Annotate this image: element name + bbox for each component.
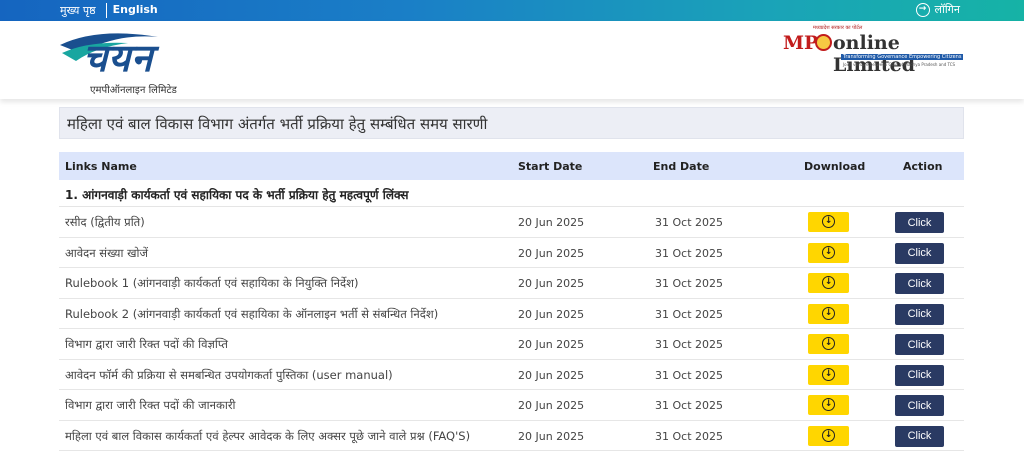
header-start-date: Start Date — [518, 160, 583, 173]
row-start-date: 20 Jun 2025 — [518, 338, 585, 351]
download-circle-icon: ↓ — [822, 245, 835, 259]
top-nav: मुख्य पृष्ठ English — [60, 3, 158, 18]
click-button[interactable]: Click — [895, 425, 944, 447]
top-bar: मुख्य पृष्ठ English → लॉगिन — [0, 0, 1024, 21]
download-button[interactable]: ↓ — [808, 334, 849, 354]
row-link-name[interactable]: रसीद (द्वितीय प्रति) — [65, 215, 145, 230]
table-row: विभाग द्वारा जारी रिक्त पदों की जानकारी 2… — [59, 390, 964, 421]
row-end-date: 31 Oct 2025 — [655, 216, 724, 229]
chayan-logo[interactable]: चयन एमपीऑनलाइन लिमिटेड — [58, 27, 223, 97]
header-download: Download — [804, 160, 866, 173]
header-end-date: End Date — [653, 160, 710, 173]
links-table: Links Name Start Date End Date Download … — [59, 152, 964, 451]
row-start-date: 20 Jun 2025 — [518, 399, 585, 412]
home-link[interactable]: मुख्य पृष्ठ — [60, 3, 96, 18]
download-circle-icon: ↓ — [822, 428, 835, 442]
table-row: विभाग द्वारा जारी रिक्त पदों की विज्ञप्त… — [59, 329, 964, 360]
section-row: 1. आंगनवाड़ी कार्यकर्ता एवं सहायिका पद क… — [59, 180, 964, 207]
mp-seal-icon — [815, 34, 832, 51]
download-button[interactable]: ↓ — [808, 273, 849, 293]
row-link-name[interactable]: महिला एवं बाल विकास कार्यकर्ता एवं हेल्प… — [65, 429, 470, 444]
mponline-mp-text: MP — [783, 32, 819, 54]
row-end-date: 31 Oct 2025 — [655, 246, 724, 260]
row-end-date: 31 Oct 2025 — [655, 277, 724, 290]
row-start-date: 20 Jun 2025 — [518, 277, 585, 290]
click-button[interactable]: Click — [895, 303, 944, 325]
download-button[interactable]: ↓ — [808, 364, 849, 385]
row-end-date: 31 Oct 2025 — [655, 429, 724, 443]
row-end-date: 31 Oct 2025 — [655, 399, 724, 412]
table-row: रसीद (द्वितीय प्रति) 20 Jun 2025 31 Oct 20… — [59, 207, 964, 238]
table-row: Rulebook 1 (आंगनवाड़ी कार्यकर्ता एवं सहा… — [59, 268, 964, 299]
login-label: लॉगिन — [934, 3, 960, 16]
download-button[interactable]: ↓ — [808, 303, 849, 324]
row-start-date: 20 Jun 2025 — [518, 216, 585, 229]
mponline-tagline: Transforming Governance Empowering Citiz… — [843, 54, 962, 60]
row-start-date: 20 Jun 2025 — [518, 368, 585, 382]
row-link-name[interactable]: Rulebook 2 (आंगनवाड़ी कार्यकर्ता एवं सहा… — [65, 307, 438, 322]
click-button[interactable]: Click — [895, 395, 944, 416]
page-title: महिला एवं बाल विकास विभाग अंतर्गत भर्ती … — [67, 115, 488, 133]
site-header: चयन एमपीऑनलाइन लिमिटेड मध्यप्रदेश सरकार … — [0, 21, 1024, 99]
row-link-name[interactable]: विभाग द्वारा जारी रिक्त पदों की विज्ञप्त… — [65, 337, 228, 352]
click-button[interactable]: Click — [895, 364, 944, 386]
row-link-name[interactable]: विभाग द्वारा जारी रिक्त पदों की जानकारी — [65, 398, 236, 413]
row-end-date: 31 Oct 2025 — [655, 368, 724, 382]
row-link-name[interactable]: आवेदन संख्या खोजें — [65, 246, 148, 261]
table-row: आवेदन फॉर्म की प्रक्रिया से समबन्धित उपय… — [59, 360, 964, 390]
download-button[interactable]: ↓ — [808, 212, 849, 232]
mponline-logo[interactable]: मध्यप्रदेश सरकार का पोर्टल MP online Lim… — [783, 25, 965, 76]
download-circle-icon: ↓ — [822, 398, 835, 411]
download-circle-icon: ↓ — [822, 215, 835, 228]
mponline-portal-caption: मध्यप्रदेश सरकार का पोर्टल — [813, 25, 863, 31]
row-start-date: 20 Jun 2025 — [518, 246, 585, 260]
download-circle-icon: ↓ — [822, 306, 835, 320]
click-button[interactable]: Click — [895, 242, 944, 264]
row-link-name[interactable]: आवेदन फॉर्म की प्रक्रिया से समबन्धित उपय… — [65, 368, 393, 383]
section-title: 1. आंगनवाड़ी कार्यकर्ता एवं सहायिका पद क… — [65, 188, 409, 202]
click-button[interactable]: Click — [895, 334, 944, 355]
download-button[interactable]: ↓ — [808, 395, 849, 415]
download-circle-icon: ↓ — [822, 276, 835, 289]
header-action: Action — [903, 160, 943, 173]
language-link[interactable]: English — [105, 3, 158, 18]
click-button[interactable]: Click — [895, 212, 944, 233]
row-start-date: 20 Jun 2025 — [518, 307, 585, 321]
row-start-date: 20 Jun 2025 — [518, 429, 585, 443]
chayan-wordmark: चयन — [83, 35, 154, 80]
download-button[interactable]: ↓ — [808, 425, 849, 446]
chayan-subtitle: एमपीऑनलाइन लिमिटेड — [90, 85, 177, 96]
download-circle-icon: ↓ — [822, 367, 835, 381]
table-header: Links Name Start Date End Date Download … — [59, 152, 964, 180]
row-end-date: 31 Oct 2025 — [655, 307, 724, 321]
login-arrow-icon: → — [915, 2, 930, 17]
page-title-box: महिला एवं बाल विकास विभाग अंतर्गत भर्ती … — [59, 107, 964, 139]
table-row: महिला एवं बाल विकास कार्यकर्ता एवं हेल्प… — [59, 421, 964, 451]
download-button[interactable]: ↓ — [808, 242, 849, 263]
table-row: आवेदन संख्या खोजें 20 Jun 2025 31 Oct 2025… — [59, 238, 964, 268]
download-circle-icon: ↓ — [822, 337, 835, 350]
header-links-name: Links Name — [65, 160, 137, 173]
login-link[interactable]: → लॉगिन — [915, 2, 960, 17]
table-row: Rulebook 2 (आंगनवाड़ी कार्यकर्ता एवं सहा… — [59, 299, 964, 329]
click-button[interactable]: Click — [895, 273, 944, 294]
mponline-subline: Joint venture between Govt of Madhya Pra… — [843, 62, 956, 67]
row-end-date: 31 Oct 2025 — [655, 338, 724, 351]
row-link-name[interactable]: Rulebook 1 (आंगनवाड़ी कार्यकर्ता एवं सहा… — [65, 276, 358, 291]
